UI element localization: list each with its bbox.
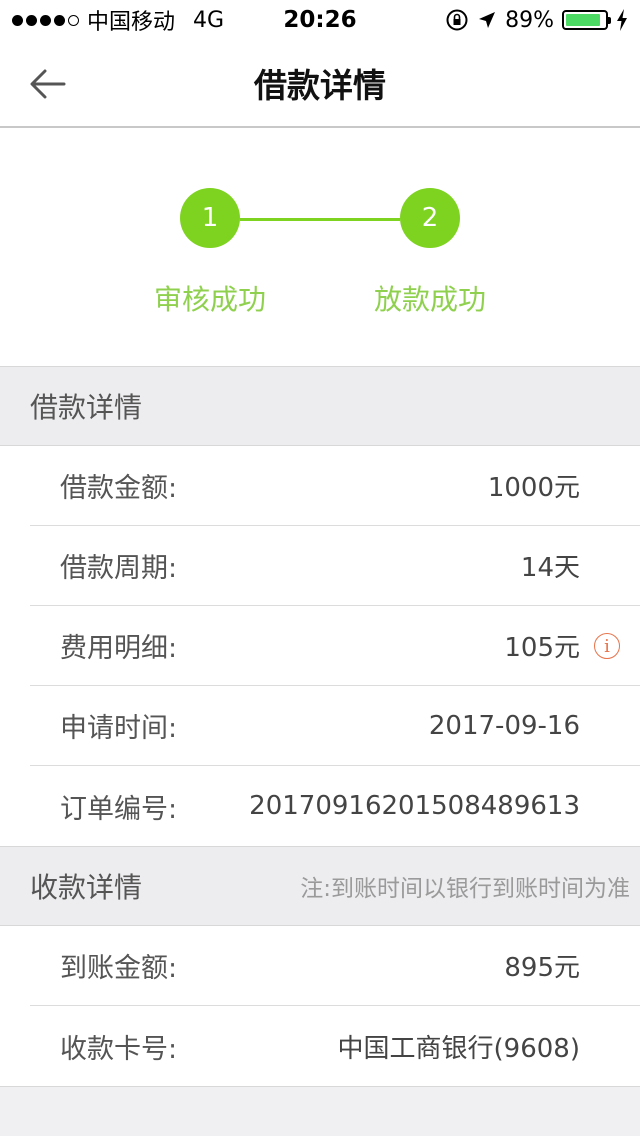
row-label: 订单编号: — [60, 793, 178, 825]
loan-amount-row: 借款金额: 1000元 — [30, 446, 640, 526]
order-number-row: 订单编号: 20170916201508489613 — [30, 766, 640, 846]
progress-steps: 1 2 审核成功 放款成功 — [0, 128, 640, 366]
receiving-card-row: 收款卡号: 中国工商银行(9608) — [30, 1006, 640, 1086]
fee-details-row[interactable]: 费用明细: 105元 i — [30, 606, 640, 686]
receive-section-title: 收款详情 — [30, 871, 143, 904]
row-value: 14天 — [520, 553, 580, 583]
row-label: 借款金额: — [60, 473, 178, 504]
loan-period-row: 借款周期: 14天 — [30, 526, 640, 606]
navigation-bar: 借款详情 — [0, 40, 640, 128]
network-type: 4G — [193, 7, 225, 33]
location-arrow-icon — [479, 12, 496, 28]
battery-percent: 89% — [505, 7, 554, 33]
row-value: 中国工商银行(9608) — [337, 1033, 580, 1064]
charging-bolt-icon — [617, 9, 627, 31]
step-1-circle: 1 — [180, 188, 240, 248]
row-label: 申请时间: — [60, 713, 178, 744]
row-value: 1000元 — [487, 473, 580, 503]
status-bar: 中国移动 4G 20:26 89% — [0, 0, 640, 40]
arrival-time-note: 注:到账时间以银行到账时间为准 — [300, 876, 630, 902]
step-2-label: 放款成功 — [373, 283, 486, 316]
receive-details-list: 到账金额: 895元 收款卡号: 中国工商银行(9608) — [0, 926, 640, 1086]
arrow-left-icon — [30, 69, 66, 99]
loan-details-list: 借款金额: 1000元 借款周期: 14天 费用明细: 105元 i 申请时间:… — [0, 446, 640, 846]
loan-section-title: 借款详情 — [30, 391, 143, 424]
row-label: 借款周期: — [60, 553, 178, 584]
bottom-divider — [0, 1086, 640, 1087]
received-amount-row: 到账金额: 895元 — [30, 926, 640, 1006]
row-value: 895元 — [504, 953, 580, 983]
row-label: 费用明细: — [60, 633, 178, 664]
apply-time-row: 申请时间: 2017-09-16 — [30, 686, 640, 766]
back-button[interactable] — [26, 62, 70, 106]
loan-section-header: 借款详情 — [0, 366, 640, 446]
row-label: 收款卡号: — [60, 1033, 178, 1065]
row-value: 105元 — [504, 633, 580, 663]
carrier-name: 中国移动 — [87, 10, 176, 35]
receive-section-header: 收款详情 注:到账时间以银行到账时间为准 — [0, 846, 640, 926]
battery-icon — [562, 10, 611, 30]
rotation-lock-icon — [446, 9, 468, 31]
step-connector-line — [240, 218, 400, 221]
page-title: 借款详情 — [254, 66, 386, 105]
signal-strength-icon — [12, 14, 79, 26]
row-value: 2017-09-16 — [428, 710, 580, 741]
row-value: 20170916201508489613 — [249, 791, 580, 821]
row-label: 到账金额: — [60, 953, 178, 984]
step-2-circle: 2 — [400, 188, 460, 248]
info-icon[interactable]: i — [594, 633, 620, 659]
step-1-label: 审核成功 — [153, 283, 266, 316]
